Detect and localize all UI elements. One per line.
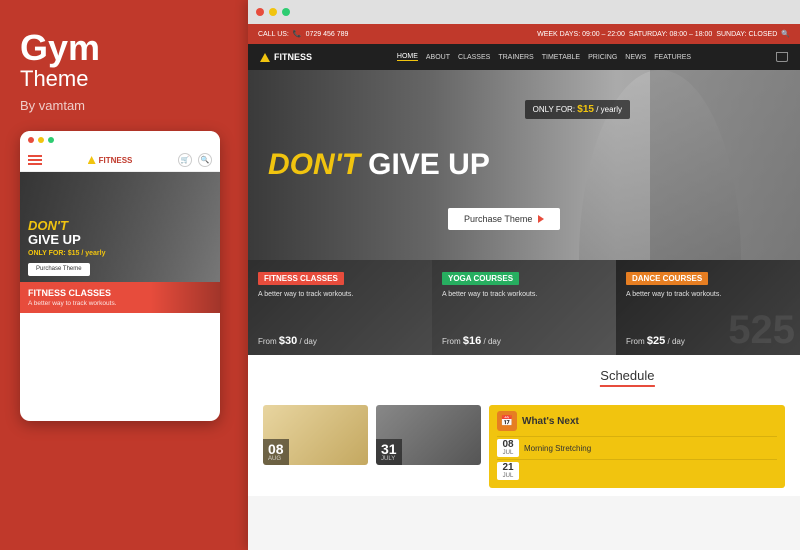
- nav-trainers[interactable]: TRAINERS: [498, 54, 533, 61]
- hero-content: DON'T GIVE UP: [248, 150, 510, 180]
- btn-arrow-icon: [538, 215, 544, 223]
- gym-title: Gym: [20, 30, 228, 66]
- mobile-hero-giveup: GIVE UP: [28, 233, 105, 247]
- event-date-1: 08 JUL: [497, 439, 519, 457]
- nav-pricing[interactable]: PRICING: [588, 54, 617, 61]
- browser-dot-green: [282, 8, 290, 16]
- site-topbar-right: WEEK DAYS: 09:00 – 22:00 SATURDAY: 08:00…: [537, 30, 790, 38]
- dance-label: DANCE COURSES: [626, 272, 708, 285]
- whats-next-item-1: 08 JUL Morning Stretching: [497, 436, 777, 459]
- mobile-purchase-btn[interactable]: Purchase Theme: [28, 263, 90, 276]
- mobile-price: ONLY FOR: $15 / yearly: [28, 250, 105, 258]
- mobile-window-dots: [20, 131, 220, 149]
- schedule-section: Schedule 08 AUG 31 JULY: [248, 355, 800, 496]
- sunday-hours: SUNDAY: CLOSED: [716, 31, 777, 38]
- whats-next-item-2: 21 JUL: [497, 459, 777, 482]
- theme-subtitle: Theme: [20, 66, 228, 92]
- course-card-fitness[interactable]: FITNESS CLASSES A better way to track wo…: [248, 260, 432, 355]
- site-hero: DON'T GIVE UP ONLY FOR: $15 / yearly Pur…: [248, 70, 800, 260]
- dot-yellow: [38, 137, 44, 143]
- event-date-2: 21 JUL: [497, 462, 519, 480]
- schedule-title: Schedule: [600, 368, 654, 387]
- dot-red: [28, 137, 34, 143]
- mobile-search-icon[interactable]: 🔍: [198, 153, 212, 167]
- weekday-hours: WEEK DAYS: 09:00 – 22:00: [537, 31, 625, 38]
- browser-titlebar: [248, 0, 800, 24]
- schedule-date-1: 08 AUG: [263, 439, 289, 465]
- mobile-topbar-icons: 🛒 🔍: [178, 153, 212, 167]
- event-name-1: Morning Stretching: [524, 444, 591, 453]
- nav-features[interactable]: FEATURES: [654, 54, 691, 61]
- cart-icon: [776, 52, 788, 62]
- yoga-label: YOGA COURSES: [442, 272, 519, 285]
- fitness-desc: A better way to track workouts.: [258, 290, 422, 299]
- site-nav-links: HOME ABOUT CLASSES TRAINERS TIMETABLE PR…: [397, 53, 691, 61]
- dot-green: [48, 137, 54, 143]
- saturday-hours: SATURDAY: 08:00 – 18:00: [629, 31, 712, 38]
- mobile-cart-icon[interactable]: 🛒: [178, 153, 192, 167]
- nav-home[interactable]: HOME: [397, 53, 418, 61]
- dance-desc: A better way to track workouts.: [626, 290, 790, 299]
- phone-number: 0729 456 789: [306, 31, 349, 38]
- mobile-topbar: FITNESS 🛒 🔍: [20, 149, 220, 172]
- whats-next-header: 📅 What's Next: [497, 411, 777, 431]
- left-panel: Gym Theme By vamtam FITNESS 🛒 🔍: [0, 0, 248, 550]
- schedule-card-2[interactable]: 31 JULY: [376, 405, 481, 465]
- schedule-card-1[interactable]: 08 AUG: [263, 405, 368, 465]
- hero-purchase-btn[interactable]: Purchase Theme: [448, 208, 560, 230]
- fitness-price: From $30 / day: [258, 335, 422, 347]
- hamburger-icon[interactable]: [28, 155, 42, 165]
- site-nav: FITNESS HOME ABOUT CLASSES TRAINERS TIME…: [248, 44, 800, 70]
- site-topbar: CALL US: 📞 0729 456 789 WEEK DAYS: 09:00…: [248, 24, 800, 44]
- whats-next-panel: 📅 What's Next 08 JUL Morning Stretching …: [489, 405, 785, 488]
- hero-giveup: GIVE UP: [368, 150, 490, 180]
- author-label: By vamtam: [20, 98, 228, 113]
- dance-price: From $25 / day: [626, 335, 790, 347]
- hero-price-badge: ONLY FOR: $15 / yearly: [525, 100, 630, 119]
- course-card-dance[interactable]: 525 DANCE COURSES A better way to track …: [616, 260, 800, 355]
- calendar-icon: 📅: [497, 411, 517, 431]
- nav-classes[interactable]: CLASSES: [458, 54, 490, 61]
- browser-dot-red: [256, 8, 264, 16]
- browser-dot-yellow: [269, 8, 277, 16]
- fitness-label: FITNESS CLASSES: [258, 272, 344, 285]
- schedule-date-2: 31 JULY: [376, 439, 402, 465]
- browser-mockup: CALL US: 📞 0729 456 789 WEEK DAYS: 09:00…: [248, 0, 800, 550]
- mobile-hero: DON'T GIVE UP ONLY FOR: $15 / yearly Pur…: [20, 172, 220, 282]
- logo-triangle-icon: [260, 53, 270, 62]
- nav-timetable[interactable]: TIMETABLE: [542, 54, 580, 61]
- site-logo: FITNESS: [260, 52, 312, 62]
- nav-about[interactable]: ABOUT: [426, 54, 450, 61]
- mobile-logo: FITNESS: [88, 156, 133, 165]
- hero-dont: DON'T: [268, 150, 360, 180]
- mobile-logo-icon: [88, 156, 96, 164]
- nav-cart[interactable]: [776, 52, 788, 62]
- mobile-fitness-banner: FITNESS CLASSES A better way to track wo…: [20, 282, 220, 313]
- whats-next-title: What's Next: [522, 416, 579, 427]
- yoga-price: From $16 / day: [442, 335, 606, 347]
- phone-label: CALL US:: [258, 31, 289, 38]
- mobile-hero-dont: DON'T: [28, 219, 105, 233]
- nav-news[interactable]: NEWS: [625, 54, 646, 61]
- course-card-yoga[interactable]: YOGA COURSES A better way to track worko…: [432, 260, 616, 355]
- site-topbar-left: CALL US: 📞 0729 456 789: [258, 30, 348, 38]
- yoga-desc: A better way to track workouts.: [442, 290, 606, 299]
- schedule-content: 08 AUG 31 JULY 📅 What's Next: [263, 405, 785, 488]
- mobile-mockup: FITNESS 🛒 🔍 DON'T GIVE UP ONLY FOR: $15 …: [20, 131, 220, 421]
- course-cards: FITNESS CLASSES A better way to track wo…: [248, 260, 800, 355]
